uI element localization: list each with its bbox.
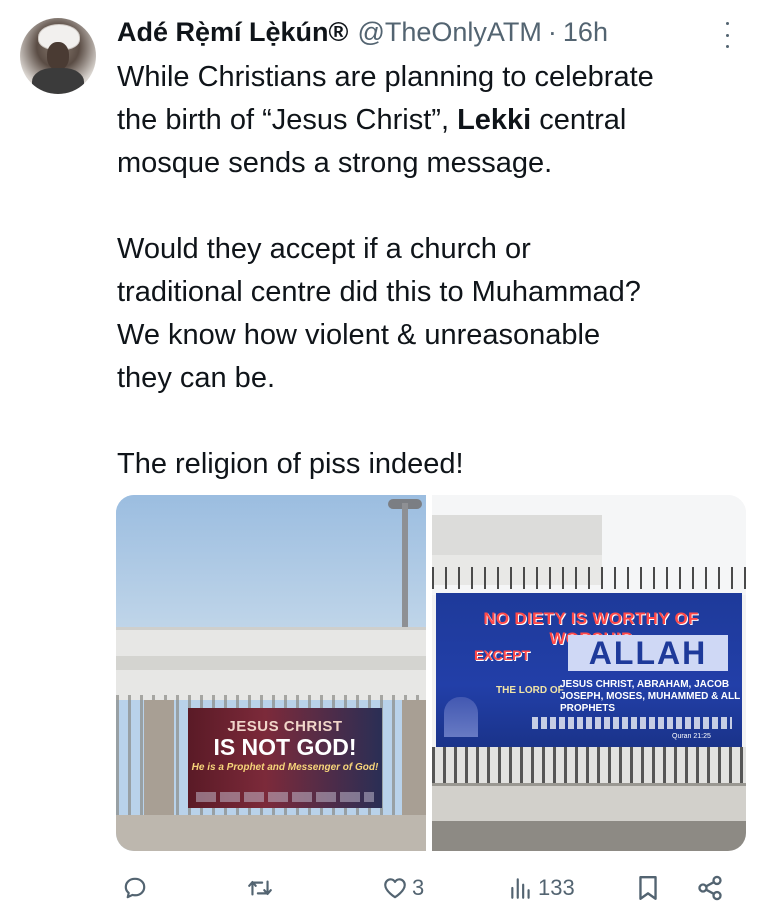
- retweet-icon: [248, 880, 272, 896]
- arabic-script: [532, 717, 732, 729]
- tweet-line-part: central: [531, 104, 627, 136]
- tweet-header: Adé Rẹ̀mí Lẹ̀kún® @TheOnlyATM · 16h: [117, 14, 608, 50]
- tweet-line: they can be.: [117, 362, 275, 394]
- avatar[interactable]: [20, 18, 96, 94]
- billboard-right: NO DIETY IS WORTHY OF WORSHIP EXCEPT ALL…: [436, 593, 742, 747]
- tweet-line: the birth of “Jesus Christ”, Lekki centr…: [117, 99, 757, 142]
- separator-dot: ·: [547, 16, 557, 47]
- billboard-line: He is a Prophet and Messenger of God!: [191, 762, 379, 773]
- railing: [432, 567, 746, 589]
- billboard-line: JESUS CHRIST: [227, 718, 343, 735]
- tweet-line: mosque sends a strong message.: [117, 147, 553, 179]
- views-count: 133: [538, 875, 575, 900]
- tweet-actions: 3 133: [0, 860, 768, 916]
- tweet-line: While Christians are planning to celebra…: [117, 61, 654, 93]
- share-button[interactable]: [696, 860, 724, 916]
- billboard-line: JESUS CHRIST, ABRAHAM, JACOB JOSEPH, MOS…: [560, 679, 741, 714]
- avatar-body: [32, 68, 84, 94]
- timestamp[interactable]: 16h: [563, 17, 608, 48]
- tweet-bold-word: Lekki: [457, 104, 532, 136]
- tweet-line: traditional centre did this to Muhammad?: [117, 276, 641, 308]
- bookmark-icon: [639, 876, 657, 900]
- tweet-media: JESUS CHRIST IS NOT GOD! He is a Prophet…: [116, 495, 746, 851]
- mosque-graphic: [444, 697, 478, 737]
- views-icon: [511, 878, 530, 899]
- billboard-left: JESUS CHRIST IS NOT GOD! He is a Prophet…: [188, 708, 382, 808]
- share-icon: [698, 875, 722, 901]
- tweet-line: The religion of piss indeed!: [117, 448, 464, 480]
- billboard-line: ALLAH: [568, 635, 728, 671]
- tweet-line: Would they accept if a church or: [117, 233, 531, 265]
- media-photo-right[interactable]: NO DIETY IS WORTHY OF WORSHIP EXCEPT ALL…: [432, 495, 746, 851]
- building: [116, 627, 426, 700]
- billboard-line: EXCEPT: [474, 647, 531, 663]
- retweet-button[interactable]: [246, 860, 278, 916]
- billboard-line: THE LORD OF: [496, 685, 564, 696]
- author-name[interactable]: Adé Rẹ̀mí Lẹ̀kún®: [117, 17, 348, 48]
- billboard-line: Quran 21:25: [672, 733, 711, 740]
- tweet-text: While Christians are planning to celebra…: [117, 56, 757, 486]
- reply-icon: [124, 877, 146, 899]
- tweet-line-part: the birth of “Jesus Christ”,: [117, 104, 458, 136]
- fence: [432, 747, 746, 787]
- billboard-line: IS NOT GOD!: [213, 734, 357, 760]
- like-count: 3: [412, 875, 425, 900]
- views-button[interactable]: 133: [508, 860, 575, 916]
- tweet-line: We know how violent & unreasonable: [117, 319, 601, 351]
- like-button[interactable]: 3: [382, 860, 424, 916]
- reply-button[interactable]: [122, 860, 152, 916]
- avatar-face: [47, 42, 69, 70]
- bookmark-button[interactable]: [636, 860, 660, 916]
- media-photo-left[interactable]: JESUS CHRIST IS NOT GOD! He is a Prophet…: [116, 495, 426, 851]
- heart-icon: [384, 878, 406, 899]
- author-handle[interactable]: @TheOnlyATM: [357, 17, 541, 48]
- more-icon[interactable]: [720, 22, 734, 48]
